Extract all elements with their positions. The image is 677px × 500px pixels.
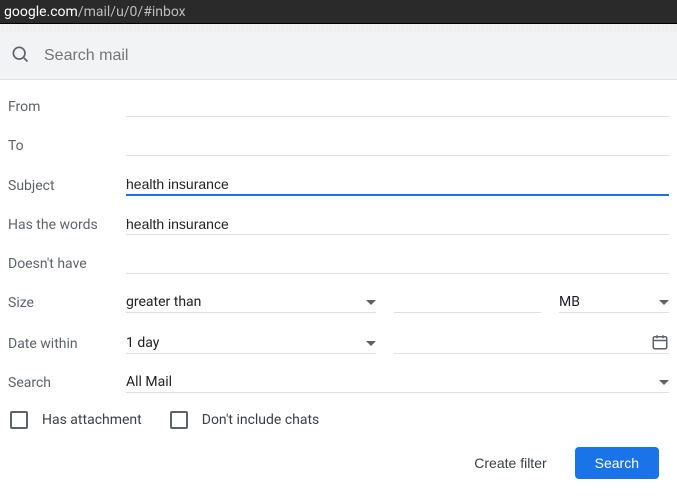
doesnt-have-input[interactable] — [126, 253, 669, 274]
date-within-select[interactable]: 1 day — [126, 333, 376, 354]
date-within-value: 1 day — [126, 335, 159, 351]
address-bar[interactable]: google.com/mail/u/0/#inbox — [0, 0, 677, 24]
size-operator-value: greater than — [126, 294, 201, 310]
no-chats-checkbox[interactable] — [170, 411, 188, 429]
search-scope-value: All Mail — [126, 374, 172, 390]
to-label: To — [8, 138, 126, 156]
chevron-down-icon — [366, 300, 376, 305]
from-label: From — [8, 99, 126, 117]
to-input[interactable] — [126, 135, 669, 156]
chevron-down-icon — [366, 341, 376, 346]
search-bar[interactable] — [0, 32, 677, 80]
size-operator-select[interactable]: greater than — [126, 292, 376, 313]
has-attachment-label: Has attachment — [42, 412, 142, 428]
has-attachment-checkbox[interactable] — [10, 411, 28, 429]
doesnt-have-label: Doesn't have — [8, 256, 126, 274]
has-words-input[interactable] — [126, 214, 669, 235]
date-picker[interactable] — [394, 331, 669, 354]
size-value-input[interactable] — [394, 292, 541, 313]
size-label: Size — [8, 295, 126, 313]
date-within-label: Date within — [8, 336, 126, 354]
toolbar-stripe — [0, 24, 677, 32]
size-unit-select[interactable]: MB — [559, 292, 669, 313]
subject-input[interactable] — [126, 174, 669, 196]
search-icon — [10, 44, 30, 68]
chevron-down-icon — [659, 300, 669, 305]
subject-label: Subject — [8, 178, 126, 196]
url-path: /mail/u/0/#inbox — [78, 4, 186, 20]
no-chats-label: Don't include chats — [202, 412, 320, 428]
url-domain: google.com — [4, 4, 78, 20]
create-filter-button[interactable]: Create filter — [464, 447, 556, 479]
size-unit-value: MB — [559, 294, 580, 310]
search-input[interactable] — [42, 46, 667, 66]
has-words-label: Has the words — [8, 217, 126, 235]
chevron-down-icon — [659, 380, 669, 385]
search-button[interactable]: Search — [575, 447, 659, 479]
calendar-icon — [651, 333, 669, 351]
search-scope-label: Search — [8, 375, 126, 393]
from-input[interactable] — [126, 96, 669, 117]
search-scope-select[interactable]: All Mail — [126, 372, 669, 393]
filter-form: From To Subject Has the words Doesn't ha… — [0, 80, 677, 493]
